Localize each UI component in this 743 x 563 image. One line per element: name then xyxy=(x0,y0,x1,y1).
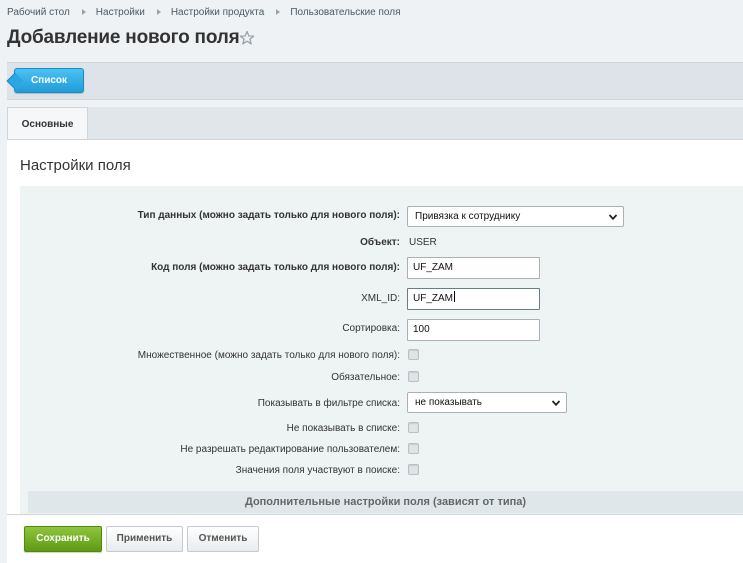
sort-input[interactable]: 100 xyxy=(407,319,540,341)
searchable-checkbox[interactable] xyxy=(408,464,419,475)
breadcrumb-separator-icon xyxy=(276,9,281,15)
cancel-button[interactable]: Отменить xyxy=(187,526,259,552)
show-filter-select[interactable]: не показывать xyxy=(407,392,567,413)
xml-id-label: XML_ID: xyxy=(361,293,400,304)
breadcrumb-separator-icon xyxy=(156,9,161,15)
data-type-label: Тип данных (можно задать только для ново… xyxy=(137,210,400,221)
chevron-down-icon xyxy=(551,400,561,407)
breadcrumb: Рабочий стол Настройки Настройки продукт… xyxy=(7,5,401,19)
section-title: Настройки поля xyxy=(20,157,131,174)
text-caret xyxy=(454,291,455,302)
breadcrumb-product-settings[interactable]: Настройки продукта xyxy=(171,7,264,18)
object-label: Объект: xyxy=(360,237,400,248)
list-button[interactable]: Список xyxy=(14,68,84,93)
data-type-select[interactable]: Привязка к сотруднику xyxy=(407,206,624,227)
show-filter-label: Показывать в фильтре списка: xyxy=(257,398,400,409)
no-user-edit-checkbox[interactable] xyxy=(408,443,419,454)
required-label: Обязательное: xyxy=(331,372,400,383)
list-button-label: Список xyxy=(30,75,68,86)
object-value: USER xyxy=(409,237,437,248)
tabs-bar: Основные xyxy=(7,107,743,139)
page-title: Добавление нового поля xyxy=(7,27,240,48)
footer-bar: Сохранить Применить Отменить xyxy=(7,514,743,563)
data-type-value: Привязка к сотруднику xyxy=(415,211,521,222)
breadcrumb-user-fields[interactable]: Пользовательские поля xyxy=(290,7,400,18)
toolbar: Список xyxy=(7,62,743,100)
searchable-label: Значения поля участвуют в поиске: xyxy=(235,465,400,476)
hide-in-list-checkbox[interactable] xyxy=(408,422,419,433)
field-code-input[interactable]: UF_ZAM xyxy=(407,257,540,279)
apply-button[interactable]: Применить xyxy=(106,526,183,552)
star-icon[interactable] xyxy=(239,30,255,46)
show-filter-value: не показывать xyxy=(415,397,482,408)
multiple-label: Множественное (можно задать только для н… xyxy=(137,350,400,361)
breadcrumb-settings[interactable]: Настройки xyxy=(96,7,145,18)
xml-id-input[interactable]: UF_ZAM xyxy=(407,288,540,310)
breadcrumb-separator-icon xyxy=(81,9,86,15)
multiple-checkbox[interactable] xyxy=(408,349,419,360)
hide-in-list-label: Не показывать в списке: xyxy=(286,423,400,434)
xml-id-value: UF_ZAM xyxy=(413,293,453,304)
sort-label: Сортировка: xyxy=(342,323,400,334)
extra-settings-header: Дополнительные настройки поля (зависят о… xyxy=(28,491,743,513)
chevron-down-icon xyxy=(608,214,618,221)
save-button[interactable]: Сохранить xyxy=(24,526,102,552)
tab-main[interactable]: Основные xyxy=(7,107,88,139)
breadcrumb-desktop[interactable]: Рабочий стол xyxy=(7,7,70,18)
no-user-edit-label: Не разрешать редактирование пользователе… xyxy=(180,444,400,455)
field-code-label: Код поля (можно задать только для нового… xyxy=(151,262,400,273)
required-checkbox[interactable] xyxy=(408,371,419,382)
